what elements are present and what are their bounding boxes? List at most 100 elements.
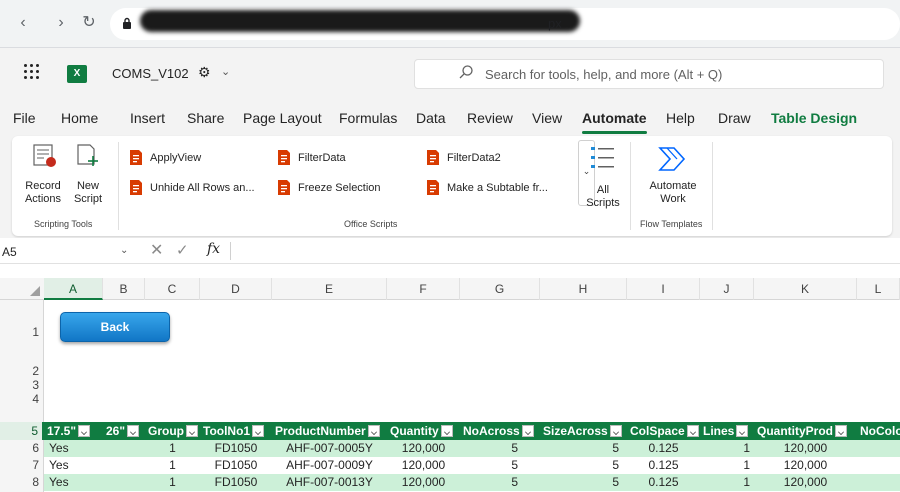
table-cell[interactable]: 0.125 <box>627 440 700 457</box>
table-header-cell[interactable]: SizeAcross <box>540 422 627 440</box>
filter-dropdown-icon[interactable] <box>186 425 198 437</box>
name-box[interactable]: A5 <box>2 245 17 259</box>
select-all-icon[interactable] <box>0 278 44 300</box>
table-header-cell[interactable]: Lines <box>700 422 754 440</box>
table-cell[interactable]: 1 <box>700 440 754 457</box>
column-header-g[interactable]: G <box>460 278 540 300</box>
reload-icon[interactable]: ↻ <box>80 14 98 32</box>
table-cell[interactable]: 120,000 <box>754 474 857 491</box>
tab-data[interactable]: Data <box>416 110 446 126</box>
column-header-a[interactable]: A <box>44 278 103 300</box>
filter-dropdown-icon[interactable] <box>736 425 749 437</box>
table-row[interactable]: Yes 1 FD1050 AHF-007-0013Y 120,000 5 5 0… <box>44 474 900 491</box>
app-launcher-icon[interactable] <box>24 64 40 80</box>
chevron-down-icon[interactable]: ⌄ <box>120 245 128 256</box>
function-icon[interactable]: fx <box>207 241 220 257</box>
table-header-cell[interactable]: QuantityProd <box>754 422 857 440</box>
column-header-d[interactable]: D <box>200 278 272 300</box>
table-cell[interactable]: AHF-007-0013Y <box>272 474 387 491</box>
tab-formulas[interactable]: Formulas <box>339 110 397 126</box>
chevron-down-icon[interactable]: ⌄ <box>221 65 230 78</box>
tab-home[interactable]: Home <box>61 110 98 126</box>
sync-status-icon[interactable]: ⚙ <box>198 64 211 81</box>
table-cell[interactable]: 5 <box>540 440 627 457</box>
tab-share[interactable]: Share <box>187 110 224 126</box>
table-header-cell[interactable]: ToolNo1 <box>200 422 272 440</box>
column-header-b[interactable]: B <box>103 278 145 300</box>
tab-draw[interactable]: Draw <box>718 110 751 126</box>
script-applyview[interactable]: ApplyView <box>128 150 201 165</box>
tab-page-layout[interactable]: Page Layout <box>243 110 322 126</box>
script-filterdata2[interactable]: FilterData2 <box>425 150 501 165</box>
forward-arrow-icon[interactable]: › <box>52 14 70 32</box>
table-cell[interactable]: FD1050 <box>200 457 272 474</box>
table-cell[interactable]: AHF-007-0005Y <box>272 440 387 457</box>
filter-dropdown-icon[interactable] <box>367 425 380 437</box>
document-title[interactable]: COMS_V102 <box>112 66 189 81</box>
table-cell[interactable]: 120,000 <box>754 457 857 474</box>
all-scripts-button[interactable]: All Scripts <box>584 184 622 210</box>
column-header-h[interactable]: H <box>540 278 627 300</box>
tab-insert[interactable]: Insert <box>130 110 165 126</box>
filter-dropdown-icon[interactable] <box>686 425 699 437</box>
tab-review[interactable]: Review <box>467 110 513 126</box>
table-cell[interactable]: 1 <box>145 457 200 474</box>
column-header-l[interactable]: L <box>857 278 900 300</box>
column-header-e[interactable]: E <box>272 278 387 300</box>
filter-dropdown-icon[interactable] <box>127 425 140 437</box>
tab-file[interactable]: File <box>13 110 36 126</box>
column-header-i[interactable]: I <box>627 278 700 300</box>
table-cell[interactable]: Yes <box>49 457 69 474</box>
tab-help[interactable]: Help <box>666 110 695 126</box>
row-header-3[interactable]: 3 <box>0 378 44 392</box>
row-header-1[interactable]: 1 <box>0 300 44 364</box>
column-header-f[interactable]: F <box>387 278 460 300</box>
tab-table-design[interactable]: Table Design <box>771 110 857 126</box>
table-cell[interactable]: FD1050 <box>200 440 272 457</box>
row-header-2[interactable]: 2 <box>0 364 44 378</box>
table-cell[interactable]: 5 <box>460 440 540 457</box>
table-cell[interactable]: 5 <box>540 457 627 474</box>
table-cell[interactable]: 5 <box>540 474 627 491</box>
row-header-5[interactable]: 5 <box>0 422 44 440</box>
table-cell[interactable]: 120,000 <box>387 440 460 457</box>
column-header-c[interactable]: C <box>145 278 200 300</box>
table-header-cell[interactable]: ProductNumber <box>272 422 387 440</box>
table-header-cell[interactable]: NoAcross <box>460 422 540 440</box>
tab-view[interactable]: View <box>532 110 562 126</box>
table-cell[interactable]: 1 <box>700 474 754 491</box>
table-cell[interactable]: 5 <box>460 457 540 474</box>
table-row[interactable]: Yes 1 FD1050 AHF-007-0009Y 120,000 5 5 0… <box>44 457 900 474</box>
filter-dropdown-icon[interactable] <box>835 425 848 437</box>
back-arrow-icon[interactable]: ‹ <box>14 14 32 32</box>
table-cell[interactable]: 120,000 <box>754 440 857 457</box>
table-cell[interactable]: 5 <box>460 474 540 491</box>
filter-dropdown-icon[interactable] <box>521 425 534 437</box>
spreadsheet-grid[interactable]: A B C D E F G H I J K L 1 2 3 4 5 6 7 8 … <box>0 264 900 492</box>
new-script-button[interactable]: New Script <box>68 180 108 206</box>
tab-automate[interactable]: Automate <box>582 110 647 134</box>
filter-dropdown-icon[interactable] <box>252 425 265 437</box>
table-cell[interactable]: Yes <box>49 474 69 491</box>
column-header-k[interactable]: K <box>754 278 857 300</box>
table-header-cell[interactable]: ColSpace <box>627 422 700 440</box>
table-cell[interactable]: 0.125 <box>627 474 700 491</box>
table-cell[interactable]: Yes <box>49 440 69 457</box>
row-header-8[interactable]: 8 <box>0 474 44 492</box>
table-cell[interactable]: 1 <box>145 474 200 491</box>
table-header-cell[interactable]: Group <box>145 422 200 440</box>
table-header-cell[interactable]: 26" <box>103 422 145 440</box>
table-row[interactable]: Yes 1 FD1050 AHF-007-0005Y 120,000 5 5 0… <box>44 440 900 457</box>
automate-work-button[interactable]: Automate Work <box>642 180 704 206</box>
table-header-cell[interactable]: NoColo <box>857 422 900 440</box>
table-cell[interactable]: AHF-007-0009Y <box>272 457 387 474</box>
row-header-7[interactable]: 7 <box>0 457 44 474</box>
filter-dropdown-icon[interactable] <box>440 425 453 437</box>
cancel-icon[interactable]: ✕ <box>150 240 163 260</box>
row-header-6[interactable]: 6 <box>0 440 44 457</box>
record-actions-button[interactable]: Record Actions <box>22 180 64 206</box>
filter-dropdown-icon[interactable] <box>609 425 622 437</box>
table-cell[interactable]: 0.125 <box>627 457 700 474</box>
check-icon[interactable]: ✓ <box>176 241 189 259</box>
back-button[interactable]: Back <box>60 312 170 342</box>
